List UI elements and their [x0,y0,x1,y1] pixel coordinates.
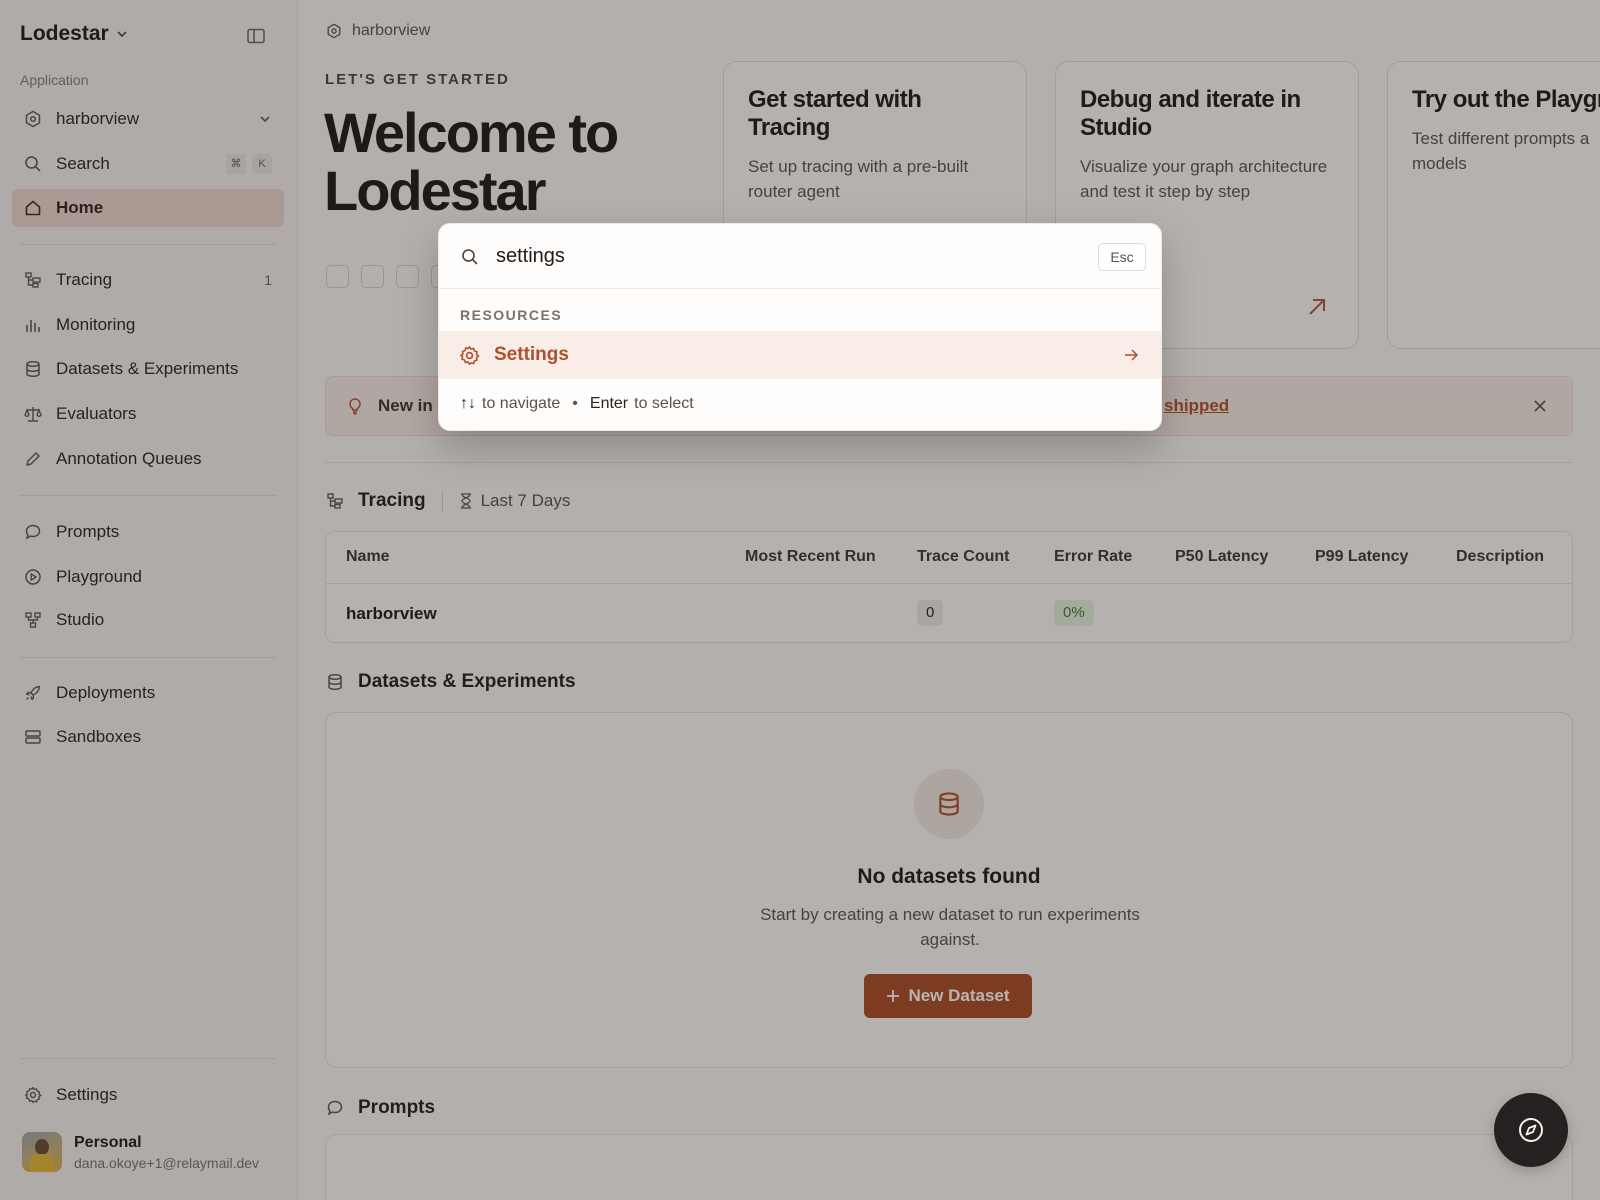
palette-footer: ↑↓ to navigate • Enter to select [460,395,694,413]
palette-search-bar: Esc [439,224,1161,289]
separator-dot: • [572,395,578,412]
result-item-settings[interactable]: Settings [439,331,1161,379]
select-key: Enter [589,395,629,412]
result-item-label: Settings [494,344,569,365]
gear-icon [459,345,480,365]
compass-button[interactable] [1494,1093,1568,1167]
esc-button[interactable]: Esc [1098,243,1146,271]
select-hint: to select [634,395,694,412]
command-palette: Esc RESOURCES Settings ↑↓ to navigate • … [438,223,1162,431]
arrow-right-icon [1125,349,1139,361]
nav-keys: ↑↓ [460,395,476,412]
compass-icon [1519,1118,1543,1142]
palette-search-input[interactable] [496,240,1056,272]
nav-hint: to navigate [482,395,561,412]
search-icon [462,249,478,265]
result-group-label: RESOURCES [460,307,563,323]
modal-backdrop[interactable] [0,0,1600,1200]
